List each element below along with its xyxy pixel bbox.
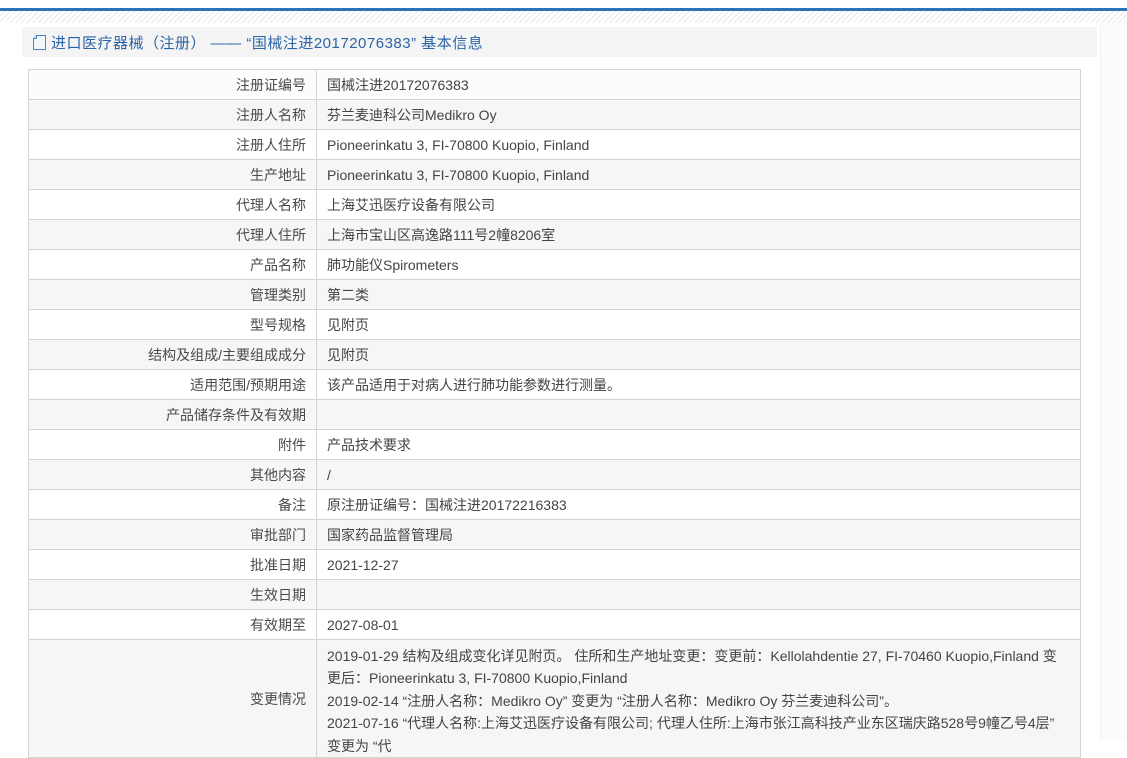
row-label: 适用范围/预期用途 (28, 369, 317, 400)
row-label: 产品名称 (28, 249, 317, 280)
row-label: 备注 (28, 489, 317, 520)
row-label: 生产地址 (28, 159, 317, 190)
row-value: 上海市宝山区高逸路111号2幢8206室 (316, 219, 1081, 250)
row-value: 原注册证编号：国械注进20172216383 (316, 489, 1081, 520)
row-value: / (316, 459, 1081, 490)
table-row: 生效日期 (28, 579, 1081, 610)
row-value: 国家药品监督管理局 (316, 519, 1081, 550)
table-row: 有效期至 2027-08-01 (28, 609, 1081, 640)
table-row: 附件 产品技术要求 (28, 429, 1081, 460)
row-label: 注册证编号 (28, 69, 317, 100)
row-label: 型号规格 (28, 309, 317, 340)
row-label: 代理人住所 (28, 219, 317, 250)
row-value: 国械注进20172076383 (316, 69, 1081, 100)
row-label: 注册人住所 (28, 129, 317, 160)
row-value: 2021-12-27 (316, 549, 1081, 580)
page-title: 进口医疗器械（注册） —— “国械注进20172076383” 基本信息 (51, 34, 484, 52)
table-row: 管理类别 第二类 (28, 279, 1081, 310)
row-value: 该产品适用于对病人进行肺功能参数进行测量。 (316, 369, 1081, 400)
table-row: 型号规格 见附页 (28, 309, 1081, 340)
table-row: 注册人住所 Pioneerinkatu 3, FI-70800 Kuopio, … (28, 129, 1081, 160)
row-value: 2027-08-01 (316, 609, 1081, 640)
row-value: 上海艾迅医疗设备有限公司 (316, 189, 1081, 220)
row-label: 管理类别 (28, 279, 317, 310)
table-row: 代理人住所 上海市宝山区高逸路111号2幢8206室 (28, 219, 1081, 250)
table-row: 生产地址 Pioneerinkatu 3, FI-70800 Kuopio, F… (28, 159, 1081, 190)
row-label: 产品储存条件及有效期 (28, 399, 317, 430)
row-label: 生效日期 (28, 579, 317, 610)
row-label: 批准日期 (28, 549, 317, 580)
row-value: 产品技术要求 (316, 429, 1081, 460)
row-value: 芬兰麦迪科公司Medikro Oy (316, 99, 1081, 130)
row-label: 附件 (28, 429, 317, 460)
table-row: 代理人名称 上海艾迅医疗设备有限公司 (28, 189, 1081, 220)
row-value: Pioneerinkatu 3, FI-70800 Kuopio, Finlan… (316, 129, 1081, 160)
page-right-margin (1100, 23, 1127, 740)
row-label: 其他内容 (28, 459, 317, 490)
row-label: 注册人名称 (28, 99, 317, 130)
table-row: 审批部门 国家药品监督管理局 (28, 519, 1081, 550)
row-value: 肺功能仪Spirometers (316, 249, 1081, 280)
row-value: 第二类 (316, 279, 1081, 310)
row-label: 代理人名称 (28, 189, 317, 220)
table-row: 适用范围/预期用途 该产品适用于对病人进行肺功能参数进行测量。 (28, 369, 1081, 400)
table-row: 注册人名称 芬兰麦迪科公司Medikro Oy (28, 99, 1081, 130)
table-row: 备注 原注册证编号：国械注进20172216383 (28, 489, 1081, 520)
table-row: 产品名称 肺功能仪Spirometers (28, 249, 1081, 280)
row-value (316, 579, 1081, 610)
table-row: 其他内容 / (28, 459, 1081, 490)
document-icon (33, 34, 46, 50)
hatched-divider-strip (0, 11, 1127, 23)
row-label: 审批部门 (28, 519, 317, 550)
row-value: 见附页 (316, 339, 1081, 370)
table-row: 注册证编号 国械注进20172076383 (28, 69, 1081, 100)
table-row: 结构及组成/主要组成成分 见附页 (28, 339, 1081, 370)
row-value: Pioneerinkatu 3, FI-70800 Kuopio, Finlan… (316, 159, 1081, 190)
row-value (316, 399, 1081, 430)
row-value: 见附页 (316, 309, 1081, 340)
table-row: 批准日期 2021-12-27 (28, 549, 1081, 580)
page-header: 进口医疗器械（注册） —— “国械注进20172076383” 基本信息 (22, 27, 1097, 57)
registration-info-table: 注册证编号 国械注进20172076383 注册人名称 芬兰麦迪科公司Medik… (28, 69, 1081, 758)
table-row: 产品储存条件及有效期 (28, 399, 1081, 430)
row-label: 结构及组成/主要组成成分 (28, 339, 317, 370)
row-label: 有效期至 (28, 609, 317, 640)
